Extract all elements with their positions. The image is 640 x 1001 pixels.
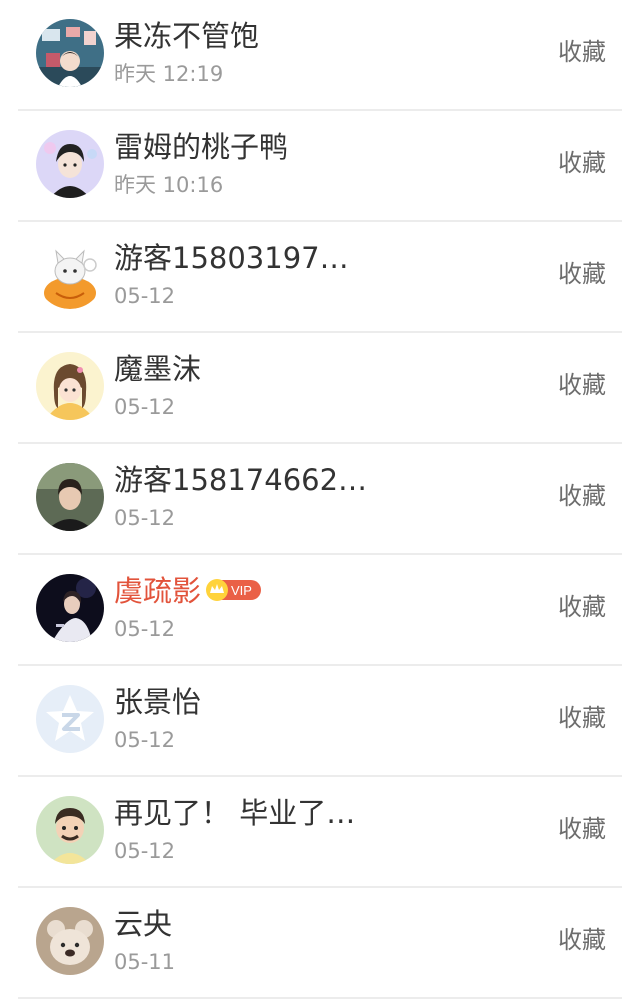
user-name[interactable]: 虞疏影 VIP: [114, 572, 263, 610]
timestamp: 昨天 12:19: [114, 62, 224, 86]
timestamp: 05-12: [114, 395, 176, 419]
vip-badge: VIP: [205, 578, 263, 602]
avatar[interactable]: [36, 19, 104, 87]
avatar[interactable]: [36, 907, 104, 975]
list-item[interactable]: 再见了！ 毕业了… 05-12 收藏: [0, 777, 640, 888]
user-name[interactable]: 云央: [114, 905, 172, 943]
list-item[interactable]: 果冻不管饱 昨天 12:19 收藏: [0, 0, 640, 111]
favorite-button[interactable]: 收藏: [558, 147, 606, 179]
list-item[interactable]: 云央 05-11 收藏: [0, 888, 640, 999]
favorite-button[interactable]: 收藏: [558, 702, 606, 734]
user-name-text: 虞疏影: [114, 574, 202, 608]
list-item[interactable]: 虞疏影 VIP 05-12 收藏: [0, 555, 640, 666]
list-item[interactable]: 魔墨沫 05-12 收藏: [0, 333, 640, 444]
timestamp: 05-12: [114, 506, 176, 530]
avatar[interactable]: [36, 130, 104, 198]
timestamp: 昨天 10:16: [114, 173, 224, 197]
user-name[interactable]: 魔墨沫: [114, 350, 201, 388]
favorite-button[interactable]: 收藏: [558, 480, 606, 512]
timestamp: 05-12: [114, 839, 176, 863]
list-item[interactable]: 游客158174662… 05-12 收藏: [0, 444, 640, 555]
user-name[interactable]: 游客15803197…: [114, 239, 349, 277]
user-name[interactable]: 雷姆的桃子鸭: [114, 128, 288, 166]
user-name[interactable]: 果冻不管饱: [114, 17, 259, 55]
user-name[interactable]: 游客158174662…: [114, 461, 367, 499]
divider: [18, 997, 622, 999]
favorite-button[interactable]: 收藏: [558, 369, 606, 401]
avatar[interactable]: [36, 463, 104, 531]
timestamp: 05-12: [114, 284, 176, 308]
timestamp: 05-12: [114, 728, 176, 752]
favorite-button[interactable]: 收藏: [558, 591, 606, 623]
list-item[interactable]: 雷姆的桃子鸭 昨天 10:16 收藏: [0, 111, 640, 222]
favorites-list: 果冻不管饱 昨天 12:19 收藏 雷姆的桃子鸭 昨天 10:16 收藏 游客1…: [0, 0, 640, 1001]
timestamp: 05-11: [114, 950, 176, 974]
avatar[interactable]: [36, 241, 104, 309]
avatar[interactable]: [36, 352, 104, 420]
favorite-button[interactable]: 收藏: [558, 258, 606, 290]
list-item[interactable]: 张景怡 05-12 收藏: [0, 666, 640, 777]
vip-label: VIP: [231, 583, 252, 598]
user-name[interactable]: 张景怡: [114, 683, 201, 721]
favorite-button[interactable]: 收藏: [558, 813, 606, 845]
favorite-button[interactable]: 收藏: [558, 924, 606, 956]
timestamp: 05-12: [114, 617, 176, 641]
avatar[interactable]: [36, 796, 104, 864]
user-name[interactable]: 再见了！ 毕业了…: [114, 794, 355, 832]
avatar[interactable]: [36, 685, 104, 753]
list-item[interactable]: 游客15803197… 05-12 收藏: [0, 222, 640, 333]
avatar[interactable]: [36, 574, 104, 642]
favorite-button[interactable]: 收藏: [558, 36, 606, 68]
